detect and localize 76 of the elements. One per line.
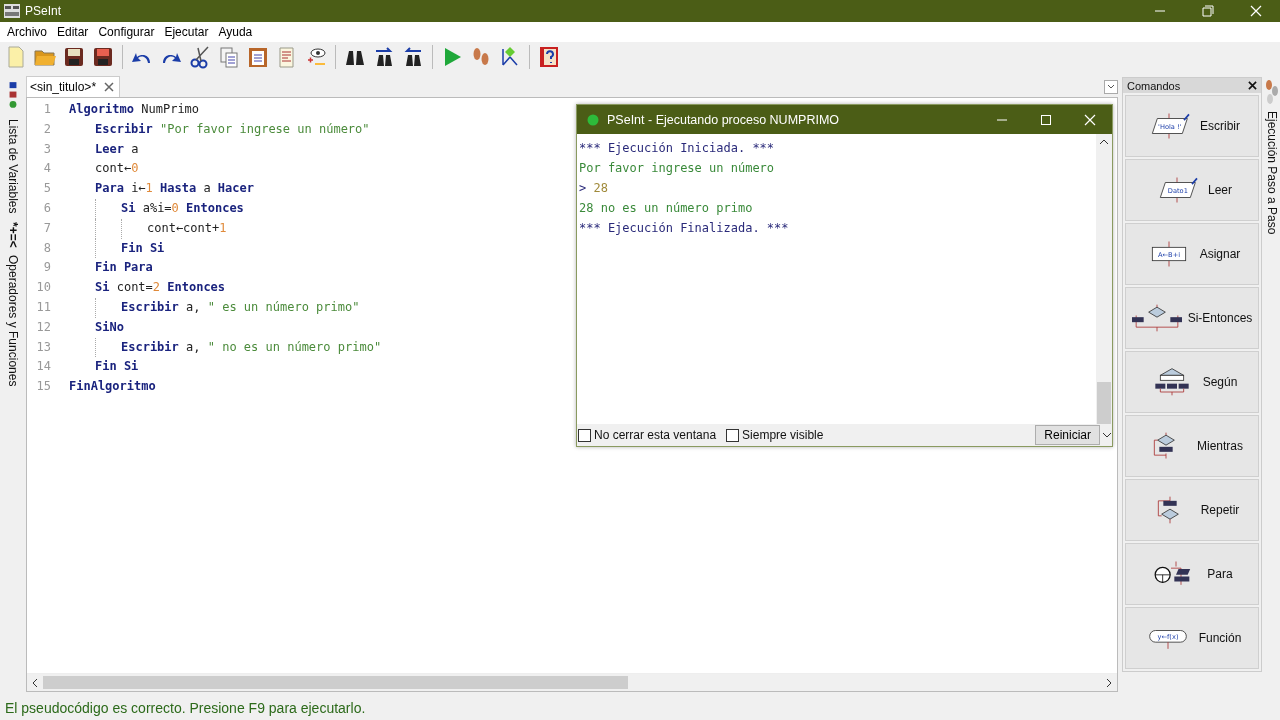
status-message: El pseudocódigo es correcto. Presione F9 para ejecutarlo. <box>5 700 366 716</box>
menu-item[interactable]: Archivo <box>2 25 52 39</box>
line-number: 8 <box>42 239 51 257</box>
scroll-left-icon[interactable] <box>31 677 39 688</box>
line-number: 7 <box>42 219 51 237</box>
code-line: SiNo <box>95 318 124 336</box>
line-number: 11 <box>35 298 51 316</box>
code-line: Leer a <box>95 140 139 158</box>
code-line: Si a%i=0 Entonces <box>121 200 244 217</box>
line-number: 5 <box>42 180 51 198</box>
app-icon <box>4 4 20 18</box>
operators-tab[interactable]: Operadores y Funciones <box>6 255 20 387</box>
line-number: 3 <box>42 140 51 158</box>
code-line: Fin Si <box>95 358 139 376</box>
operators-symbol[interactable]: *+=< <box>6 221 20 248</box>
menu-item[interactable]: Configurar <box>93 25 160 39</box>
line-number: 13 <box>35 338 51 356</box>
code-line: Fin Si <box>121 239 165 257</box>
editor-tab[interactable]: <sin_titulo>* <box>26 76 121 97</box>
variables-tab[interactable]: Lista de Variables <box>6 119 20 214</box>
console-line: 28 no es un número primo <box>579 201 753 215</box>
line-number: 14 <box>35 358 51 376</box>
scroll-right-icon[interactable] <box>1105 677 1113 688</box>
line-number: 2 <box>42 120 51 138</box>
command-button[interactable]: Para <box>1125 543 1259 605</box>
code-line: cont←0 <box>95 160 139 178</box>
code-line: cont←cont+1 <box>147 219 227 237</box>
close-icon[interactable] <box>1248 81 1257 90</box>
code-line: Si cont=2 Entonces <box>95 279 226 297</box>
variables-icon[interactable] <box>7 79 19 111</box>
caret-icon[interactable] <box>1104 80 1118 94</box>
close-icon[interactable] <box>104 82 115 92</box>
scrollbar-thumb[interactable] <box>1097 382 1111 424</box>
line-number: 12 <box>35 318 51 336</box>
footsteps-icon[interactable] <box>1265 79 1279 105</box>
code-line: Para i←1 Hasta a Hacer <box>95 180 254 198</box>
checkbox-option[interactable]: No cerrar esta ventana <box>578 428 717 442</box>
flowchart-if-icon <box>1131 303 1182 333</box>
scrollbar-thumb[interactable] <box>43 676 628 689</box>
code-line: Fin Para <box>95 259 153 277</box>
command-button[interactable]: Si-Entonces <box>1125 287 1259 349</box>
code-line: Escribir a, " no es un número primo" <box>121 338 382 356</box>
code-line: Algoritmo NumPrimo <box>69 101 200 118</box>
line-number: 15 <box>35 378 51 396</box>
scroll-down-icon[interactable] <box>1102 431 1112 439</box>
scroll-up-icon[interactable] <box>1099 138 1109 146</box>
input-prompt: > <box>579 181 587 195</box>
line-number: 6 <box>42 200 51 217</box>
window-title: PSeInt - Ejecutando proceso NUMPRIMO <box>607 112 840 127</box>
console-line: Por favor ingrese un número <box>579 161 775 175</box>
maximize-icon[interactable] <box>1040 113 1052 126</box>
checkbox[interactable] <box>578 428 591 442</box>
code-line: Escribir "Por favor ingrese un número" <box>95 120 370 138</box>
window-title: PSeInt <box>25 4 62 18</box>
code-line: FinAlgoritmo <box>69 378 156 396</box>
maximize-icon[interactable] <box>1202 5 1214 17</box>
menu-item[interactable]: Ejecutar <box>159 25 214 39</box>
command-button[interactable]: Según <box>1125 351 1259 413</box>
menu-item[interactable]: Editar <box>52 25 94 39</box>
line-number: 1 <box>42 101 51 118</box>
line-number: 4 <box>42 160 51 178</box>
command-button[interactable]: Mientras <box>1125 415 1259 477</box>
menu-item[interactable]: Ayuda <box>213 25 258 39</box>
panel-title: Comandos <box>1127 79 1181 92</box>
checkbox[interactable] <box>726 428 740 442</box>
app-icon <box>587 113 599 126</box>
console-line: *** Ejecución Finalizada. *** <box>579 221 789 235</box>
input-value: 28 <box>593 181 608 195</box>
checkbox-option[interactable]: Siempre visible <box>726 428 824 442</box>
code-line: Escribir a, " es un número primo" <box>121 298 360 316</box>
step-execution-tab[interactable]: Ejecución Paso a Paso <box>1265 111 1279 235</box>
restart-button[interactable]: Reiniciar <box>1035 425 1100 445</box>
line-number: 10 <box>35 279 51 297</box>
line-number: 9 <box>42 259 51 277</box>
console-line: *** Ejecución Iniciada. *** <box>579 141 775 155</box>
command-button[interactable]: Repetir <box>1125 479 1259 541</box>
